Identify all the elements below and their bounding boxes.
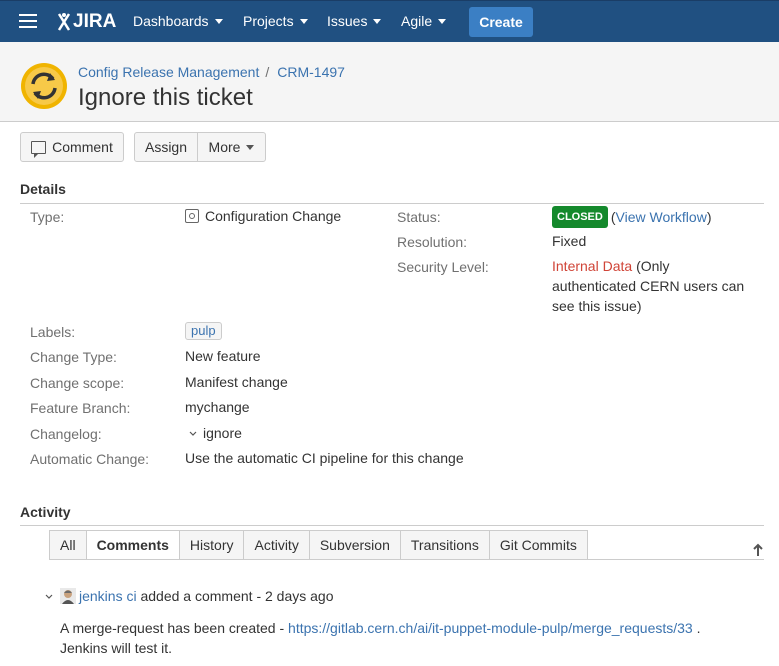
assign-button[interactable]: Assign <box>134 132 198 162</box>
tab-subversion[interactable]: Subversion <box>308 530 400 560</box>
changelog-label: Changelog: <box>30 426 102 442</box>
chevron-down-icon <box>373 18 382 24</box>
tab-comments[interactable]: Comments <box>85 530 179 560</box>
labels-value: pulp <box>185 320 222 340</box>
breadcrumb-project-link[interactable]: Config Release Management <box>78 64 259 80</box>
change-type-label: Change Type: <box>30 349 117 365</box>
comment-meta: jenkins ci added a comment - 2 days ago <box>79 588 334 604</box>
merge-request-link[interactable]: https://gitlab.cern.ch/ai/it-puppet-modu… <box>288 620 693 636</box>
nav-issues-label: Issues <box>327 13 368 29</box>
change-scope-value: Manifest change <box>185 374 288 390</box>
sort-order-icon[interactable] <box>752 543 764 557</box>
security-level-label: Security Level: <box>397 259 489 275</box>
configuration-change-icon <box>185 209 199 223</box>
tab-git-commits[interactable]: Git Commits <box>488 530 588 560</box>
comment-body-suffix: . <box>692 620 701 636</box>
label-pill-pulp[interactable]: pulp <box>185 322 222 340</box>
nav-agile-label: Agile <box>401 13 433 29</box>
security-level-link[interactable]: Internal Data <box>552 258 632 274</box>
change-scope-label: Change scope: <box>30 375 125 391</box>
feature-branch-label: Feature Branch: <box>30 400 131 416</box>
nav-agile[interactable]: Agile <box>401 13 447 29</box>
type-value-text: Configuration Change <box>205 208 342 224</box>
labels-label: Labels: <box>30 324 76 340</box>
tab-history[interactable]: History <box>178 530 244 560</box>
changelog-value-text: ignore <box>203 425 242 441</box>
feature-branch-value: mychange <box>185 399 250 415</box>
details-divider <box>20 203 764 204</box>
app-switcher-icon[interactable] <box>19 14 37 30</box>
automatic-change-label: Automatic Change: <box>30 451 150 467</box>
comment-body: A merge-request has been created - https… <box>60 618 740 658</box>
comment-body-line2: Jenkins will test it. <box>60 640 173 656</box>
status-label: Status: <box>397 209 441 225</box>
tab-transitions[interactable]: Transitions <box>399 530 489 560</box>
status-badge: CLOSED <box>552 206 608 228</box>
changelog-value: ignore <box>188 423 242 443</box>
comment-button-label: Comment <box>52 139 113 155</box>
project-avatar-icon[interactable] <box>20 62 68 110</box>
breadcrumb-separator: / <box>265 64 270 80</box>
comment-action: added a comment - 2 days ago <box>140 588 334 604</box>
page-title: Ignore this ticket <box>78 84 253 111</box>
chevron-down-icon <box>299 18 308 24</box>
more-button[interactable]: More <box>197 132 266 162</box>
view-workflow-link[interactable]: View Workflow <box>616 209 707 225</box>
nav-dashboards[interactable]: Dashboards <box>133 13 223 29</box>
issue-header: Config Release Management / CRM-1497 Ignor… <box>0 42 779 122</box>
comment-icon <box>31 140 47 158</box>
jira-logo-icon <box>57 13 71 31</box>
change-type-value: New feature <box>185 348 261 364</box>
status-value: CLOSED (View Workflow) <box>552 206 711 228</box>
activity-tabs: All Comments History Activity Subversion… <box>49 530 588 560</box>
assign-button-label: Assign <box>144 139 188 155</box>
more-button-label: More <box>208 139 241 155</box>
chevron-down-icon[interactable] <box>44 592 54 602</box>
chevron-down-icon <box>438 18 447 24</box>
activity-heading[interactable]: Activity <box>20 504 71 520</box>
comment-body-prefix: A merge-request has been created - <box>60 620 289 636</box>
activity-divider <box>20 525 764 526</box>
security-level-value: Internal Data (Only authenticated CERN u… <box>552 256 757 316</box>
details-heading[interactable]: Details <box>20 181 66 197</box>
create-button[interactable]: Create <box>469 7 533 37</box>
type-value: Configuration Change <box>185 206 341 226</box>
type-label: Type: <box>30 209 65 225</box>
jira-logo[interactable]: JIRA <box>57 11 116 33</box>
breadcrumb-issue-key-link[interactable]: CRM-1497 <box>277 64 345 80</box>
resolution-label: Resolution: <box>397 234 468 250</box>
chevron-down-icon <box>214 18 223 24</box>
nav-dashboards-label: Dashboards <box>133 13 209 29</box>
tabs-divider <box>49 559 764 560</box>
comment-button[interactable]: Comment <box>20 132 124 162</box>
nav-issues[interactable]: Issues <box>327 13 382 29</box>
automatic-change-value: Use the automatic CI pipeline for this c… <box>185 450 464 466</box>
chevron-down-icon[interactable] <box>188 429 198 439</box>
tab-activity[interactable]: Activity <box>243 530 309 560</box>
resolution-value: Fixed <box>552 233 587 249</box>
comment-author-link[interactable]: jenkins ci <box>79 588 137 604</box>
user-avatar-icon[interactable] <box>60 588 76 604</box>
chevron-down-icon <box>246 144 255 150</box>
tab-all[interactable]: All <box>49 530 86 560</box>
top-nav-bar: JIRA Dashboards Projects Issues Agile Cr… <box>0 0 779 42</box>
nav-projects[interactable]: Projects <box>243 13 308 29</box>
logo-text: JIRA <box>73 11 117 32</box>
breadcrumb: Config Release Management / CRM-1497 <box>78 64 345 80</box>
nav-projects-label: Projects <box>243 13 294 29</box>
